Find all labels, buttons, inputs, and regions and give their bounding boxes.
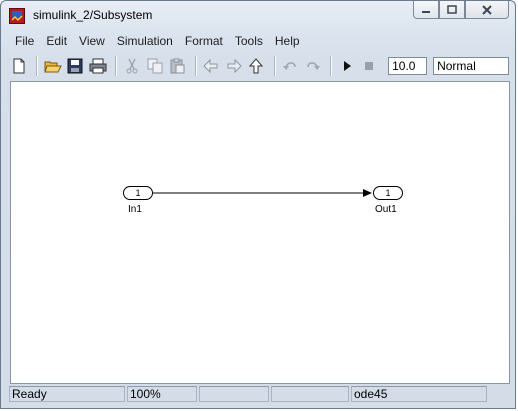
toolbar-separator — [330, 56, 333, 76]
stop-simulation-button[interactable] — [360, 56, 379, 76]
close-button[interactable] — [465, 1, 509, 19]
undo-icon — [283, 62, 297, 70]
status-empty-1 — [199, 386, 269, 402]
inport-block-in1[interactable]: 1 — [123, 186, 153, 200]
toolbar-separator — [194, 56, 197, 76]
back-button[interactable] — [202, 56, 221, 76]
maximize-icon — [447, 5, 457, 14]
save-disk-icon — [67, 58, 83, 74]
start-simulation-button[interactable] — [337, 56, 356, 76]
signal-arrowhead — [363, 189, 372, 197]
play-icon — [344, 61, 352, 71]
arrow-up-icon — [248, 58, 264, 74]
menu-format[interactable]: Format — [179, 32, 229, 50]
menu-view[interactable]: View — [73, 32, 111, 50]
undo-button[interactable] — [281, 56, 300, 76]
stop-icon — [365, 62, 374, 70]
outport-label: Out1 — [375, 204, 397, 215]
arrow-left-icon — [203, 58, 218, 74]
paste-icon — [170, 58, 185, 74]
printer-icon — [89, 58, 107, 74]
forward-button[interactable] — [224, 56, 243, 76]
minimize-button[interactable] — [413, 1, 439, 19]
menu-bar: File Edit View Simulation Format Tools H… — [9, 32, 509, 50]
stop-time-field[interactable]: 10.0 — [388, 57, 428, 75]
arrow-right-icon — [227, 58, 242, 74]
outport-block-out1[interactable]: 1 — [373, 186, 403, 200]
print-button[interactable] — [88, 56, 107, 76]
open-folder-icon — [44, 61, 62, 73]
menu-file[interactable]: File — [9, 32, 40, 50]
copy-button[interactable] — [145, 56, 164, 76]
go-to-parent-button[interactable] — [246, 56, 265, 76]
model-canvas[interactable]: 1 In1 1 Out1 — [10, 81, 510, 384]
new-model-button[interactable] — [9, 56, 28, 76]
menu-edit[interactable]: Edit — [40, 32, 73, 50]
menu-help[interactable]: Help — [269, 32, 306, 50]
simulink-window: simulink_2/Subsystem File Edit View Simu… — [0, 0, 516, 409]
close-icon — [482, 4, 492, 15]
signal-line[interactable] — [11, 82, 509, 383]
simulation-mode-select[interactable]: Normal — [433, 57, 509, 75]
menu-simulation[interactable]: Simulation — [111, 32, 179, 50]
maximize-button[interactable] — [439, 1, 465, 19]
menu-tools[interactable]: Tools — [229, 32, 269, 50]
redo-button[interactable] — [303, 56, 322, 76]
paste-button[interactable] — [167, 56, 186, 76]
toolbar-separator — [273, 56, 276, 76]
status-solver: ode45 — [351, 386, 487, 402]
redo-icon — [306, 62, 320, 70]
copy-icon — [147, 58, 162, 74]
open-button[interactable] — [43, 56, 62, 76]
new-document-icon — [13, 58, 25, 74]
minimize-icon — [422, 10, 430, 13]
window-title: simulink_2/Subsystem — [33, 8, 153, 22]
status-empty-2 — [271, 386, 349, 402]
status-bar: Ready 100% ode45 — [9, 386, 509, 404]
cut-button[interactable] — [122, 56, 141, 76]
simulink-app-icon — [9, 8, 25, 24]
status-zoom: 100% — [127, 386, 197, 402]
title-bar[interactable]: simulink_2/Subsystem — [1, 1, 515, 31]
inport-label: In1 — [128, 204, 142, 215]
toolbar: 10.0 Normal — [9, 53, 509, 79]
scissors-icon — [126, 58, 138, 74]
status-state: Ready — [9, 386, 125, 402]
save-button[interactable] — [66, 56, 85, 76]
toolbar-separator — [36, 56, 39, 76]
toolbar-separator — [115, 56, 118, 76]
